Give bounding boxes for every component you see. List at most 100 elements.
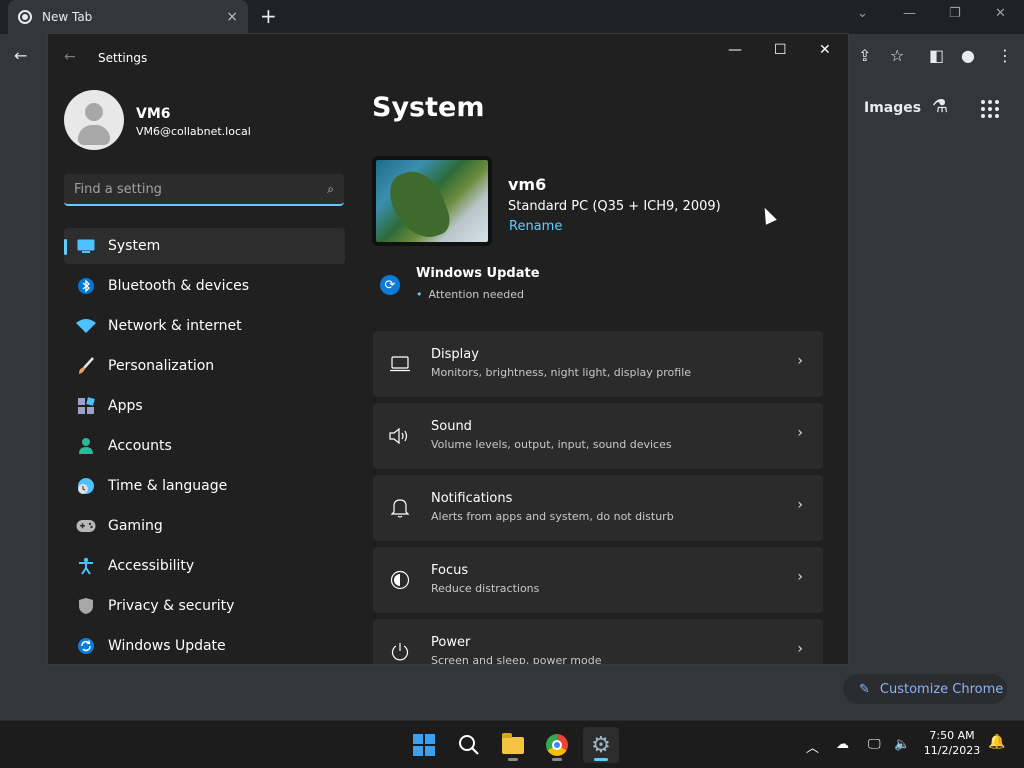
images-link[interactable]: Images (864, 100, 921, 116)
side-panel-icon[interactable]: ◧ (929, 46, 944, 65)
windows-update-icon[interactable]: ⟳ (380, 275, 400, 295)
new-tab-button[interactable]: + (260, 6, 277, 26)
google-apps-icon[interactable] (981, 100, 999, 118)
card-subtitle: Screen and sleep, power mode (431, 654, 602, 665)
brush-icon (76, 356, 96, 376)
chevron-right-icon: › (797, 353, 803, 369)
pencil-icon: ✎ (859, 681, 870, 697)
taskbar-search-button[interactable] (451, 727, 487, 763)
card-sound[interactable]: Sound Volume levels, output, input, soun… (373, 403, 823, 469)
avatar-body (78, 125, 110, 145)
sidebar-item-bluetooth[interactable]: Bluetooth & devices (64, 268, 345, 304)
settings-maximize-button[interactable]: ☐ (774, 42, 787, 58)
tab-close-icon[interactable]: × (226, 9, 238, 25)
find-setting-search[interactable]: ⌕ (64, 174, 344, 206)
device-model: Standard PC (Q35 + ICH9, 2009) (508, 199, 721, 214)
search-input[interactable] (74, 181, 328, 197)
network-icon[interactable]: 🖵 (868, 737, 881, 752)
settings-minimize-button[interactable]: — (728, 42, 742, 58)
speaker-icon (389, 425, 411, 447)
sidebar-item-time-language[interactable]: Time & language (64, 468, 345, 504)
chrome-taskbar-button[interactable] (539, 727, 575, 763)
clock-date: 11/2/2023 (923, 744, 981, 757)
labs-flask-icon[interactable]: ⚗ (932, 96, 948, 117)
sidebar-item-windows-update[interactable]: Windows Update (64, 628, 345, 664)
chevron-right-icon: › (797, 641, 803, 657)
share-icon[interactable]: ⇪ (858, 46, 871, 65)
search-icon: ⌕ (327, 181, 334, 196)
sidebar-item-gaming[interactable]: Gaming (64, 508, 345, 544)
windows-update-title[interactable]: Windows Update (416, 266, 540, 281)
chevron-up-icon[interactable]: ︿ (806, 737, 819, 756)
card-display[interactable]: Display Monitors, brightness, night ligh… (373, 331, 823, 397)
notification-bell-icon[interactable]: 🔔 (988, 734, 1005, 750)
sidebar-item-accounts[interactable]: Accounts (64, 428, 345, 464)
chrome-restore-button[interactable]: ❐ (949, 6, 961, 21)
customize-chrome-label: Customize Chrome (879, 681, 1004, 697)
avatar-head (85, 103, 103, 121)
file-explorer-button[interactable] (495, 727, 531, 763)
chevron-right-icon: › (797, 497, 803, 513)
sidebar-item-label: Gaming (108, 518, 163, 534)
settings-app-title: Settings (98, 51, 148, 65)
back-arrow-icon[interactable]: ← (14, 46, 27, 65)
display-icon (389, 353, 411, 375)
settings-back-icon[interactable]: ← (64, 49, 76, 65)
chrome-favicon-icon (18, 10, 32, 24)
kebab-menu-icon[interactable]: ⋮ (997, 46, 1013, 65)
start-button[interactable] (406, 727, 442, 763)
card-subtitle: Reduce distractions (431, 582, 540, 595)
wifi-icon (76, 316, 96, 336)
sidebar-item-label: Personalization (108, 358, 215, 374)
chrome-icon (546, 734, 568, 756)
settings-close-button[interactable]: ✕ (819, 42, 831, 58)
sidebar-item-accessibility[interactable]: Accessibility (64, 548, 345, 584)
taskbar-clock[interactable]: 7:50 AM 11/2/2023 (920, 728, 984, 758)
sidebar-item-label: Network & internet (108, 318, 242, 334)
gamepad-icon (76, 516, 96, 536)
user-name: VM6 (136, 106, 171, 122)
wallpaper-cliff (383, 163, 455, 242)
chevron-right-icon: › (797, 569, 803, 585)
tab-search-icon[interactable]: ⌄ (857, 6, 868, 21)
monitor-icon (76, 236, 96, 256)
running-indicator (594, 758, 608, 761)
desktop-wallpaper-thumbnail (372, 156, 492, 246)
settings-taskbar-button[interactable]: ⚙ (583, 727, 619, 763)
sidebar-item-network[interactable]: Network & internet (64, 308, 345, 344)
sidebar-item-label: Windows Update (108, 638, 226, 654)
card-subtitle: Alerts from apps and system, do not dist… (431, 510, 674, 523)
globe-clock-icon (76, 476, 96, 496)
card-notifications[interactable]: Notifications Alerts from apps and syste… (373, 475, 823, 541)
device-name: vm6 (508, 175, 547, 194)
customize-chrome-button[interactable]: ✎ Customize Chrome (843, 674, 1007, 704)
avatar[interactable] (64, 90, 124, 150)
tab-title: New Tab (42, 10, 93, 24)
rename-link[interactable]: Rename (509, 219, 562, 234)
onedrive-icon[interactable]: ☁ (836, 737, 849, 752)
focus-icon (389, 569, 411, 591)
page-title: System (372, 92, 485, 123)
card-focus[interactable]: Focus Reduce distractions › (373, 547, 823, 613)
chrome-minimize-button[interactable]: — (903, 6, 916, 21)
card-title: Display (431, 347, 479, 362)
bookmark-star-icon[interactable]: ☆ (890, 46, 904, 65)
sidebar-item-apps[interactable]: Apps (64, 388, 345, 424)
card-title: Power (431, 635, 471, 650)
card-subtitle: Monitors, brightness, night light, displ… (431, 366, 692, 379)
bluetooth-icon (76, 276, 96, 296)
chrome-close-button[interactable]: ✕ (995, 6, 1006, 21)
chrome-tabstrip: New Tab × + ⌄ — ❐ ✕ (0, 0, 1024, 34)
windows-update-status-text: Attention needed (428, 288, 525, 301)
card-title: Focus (431, 563, 469, 578)
sidebar-item-label: System (108, 238, 161, 254)
chrome-tab[interactable]: New Tab × (8, 0, 248, 34)
volume-muted-icon[interactable]: 🔈 (894, 737, 910, 752)
card-power[interactable]: Power Screen and sleep, power mode › (373, 619, 823, 665)
sidebar-item-privacy[interactable]: Privacy & security (64, 588, 345, 624)
sidebar-item-system[interactable]: System (64, 228, 345, 264)
power-icon (389, 641, 411, 663)
profile-icon[interactable]: ● (961, 46, 975, 65)
settings-titlebar: ← Settings — ☐ ✕ (48, 34, 848, 82)
sidebar-item-personalization[interactable]: Personalization (64, 348, 345, 384)
